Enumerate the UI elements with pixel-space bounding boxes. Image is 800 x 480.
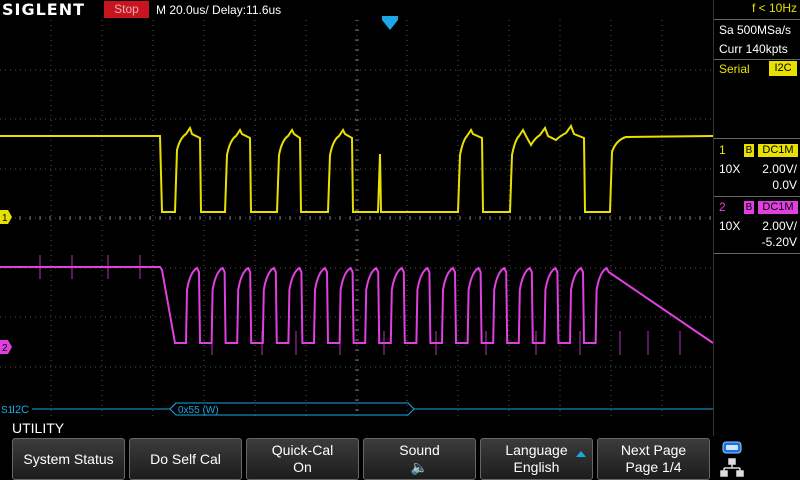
softkey-label: Next Page (620, 442, 687, 458)
softkey-label: System Status (23, 451, 114, 467)
language-softkey[interactable]: Language English (480, 438, 593, 480)
brand-logo: SIGLENT (2, 0, 86, 19)
memory-depth: Curr 140kpts (719, 42, 788, 56)
knob-arrow-icon (576, 451, 586, 457)
next-page-softkey[interactable]: Next Page Page 1/4 (597, 438, 710, 480)
run-stop-status-badge[interactable]: Stop (104, 1, 149, 18)
divider (714, 253, 800, 254)
decode-type-label[interactable]: Serial (719, 62, 750, 76)
graticule-ticks (0, 20, 711, 411)
channel-1-number: 1 (719, 143, 726, 157)
decode-packet-value[interactable]: 0x55 (W) (178, 405, 219, 416)
do-self-cal-softkey[interactable]: Do Self Cal (129, 438, 242, 480)
decode-protocol-badge[interactable]: I2C (769, 61, 797, 76)
usb-device-icon (722, 441, 742, 454)
channel-1-coupling: DC1M (758, 144, 798, 157)
channel-1-offset: 0.0V (772, 178, 797, 192)
system-status-icons (720, 441, 744, 477)
divider (714, 59, 800, 60)
channel-2-offset: -5.20V (761, 235, 797, 249)
softkey-label: Do Self Cal (150, 451, 221, 467)
waveform-display[interactable]: 1 2 (0, 20, 713, 416)
channel-2-marker-label: 2 (2, 343, 8, 354)
menu-title: UTILITY (12, 420, 65, 436)
softkey-value: On (293, 459, 312, 475)
softkey-label: Quick-Cal (271, 442, 334, 458)
softkey-bar: System Status Do Self Cal Quick-Cal On S… (0, 438, 800, 480)
channel-1-scale: 2.00V/ (762, 162, 797, 176)
channel-2-coupling: DC1M (758, 201, 798, 214)
divider (714, 196, 800, 197)
quick-cal-softkey[interactable]: Quick-Cal On (246, 438, 359, 480)
channel-2-scale: 2.00V/ (762, 219, 797, 233)
top-status-bar: SIGLENT Stop M 20.0us/ Delay:11.6us (0, 0, 800, 20)
channel-1-probe: 10X (719, 162, 741, 176)
i2c-decode-bus[interactable]: S1 I2C 0x55 (W) (0, 402, 713, 416)
divider (714, 19, 800, 20)
channel-1-bandwidth-badge: B (744, 144, 754, 157)
channel-1-marker-label: 1 (2, 213, 8, 224)
softkey-value: English (513, 459, 560, 475)
speaker-icon: 🔈 (410, 459, 429, 475)
network-icon (720, 458, 744, 477)
softkey-label: Sound (399, 442, 440, 458)
system-status-softkey[interactable]: System Status (12, 438, 125, 480)
timebase-readout[interactable]: M 20.0us/ Delay:11.6us (156, 0, 281, 20)
channel-1-waveform (0, 123, 713, 213)
right-info-panel: f < 10Hz Sa 500MSa/s Curr 140kpts Serial… (713, 0, 800, 436)
sample-rate: Sa 500MSa/s (719, 23, 792, 37)
divider (714, 138, 800, 139)
graticule (0, 20, 713, 416)
channel-2-probe: 10X (719, 219, 741, 233)
softkey-value: Page 1/4 (625, 459, 682, 475)
channel-2-bandwidth-badge: B (744, 201, 754, 214)
trigger-frequency: f < 10Hz (751, 1, 797, 15)
sound-softkey[interactable]: Sound 🔈 (363, 438, 476, 480)
decode-bus-label: I2C (12, 404, 29, 416)
channel-2-number: 2 (719, 200, 726, 214)
